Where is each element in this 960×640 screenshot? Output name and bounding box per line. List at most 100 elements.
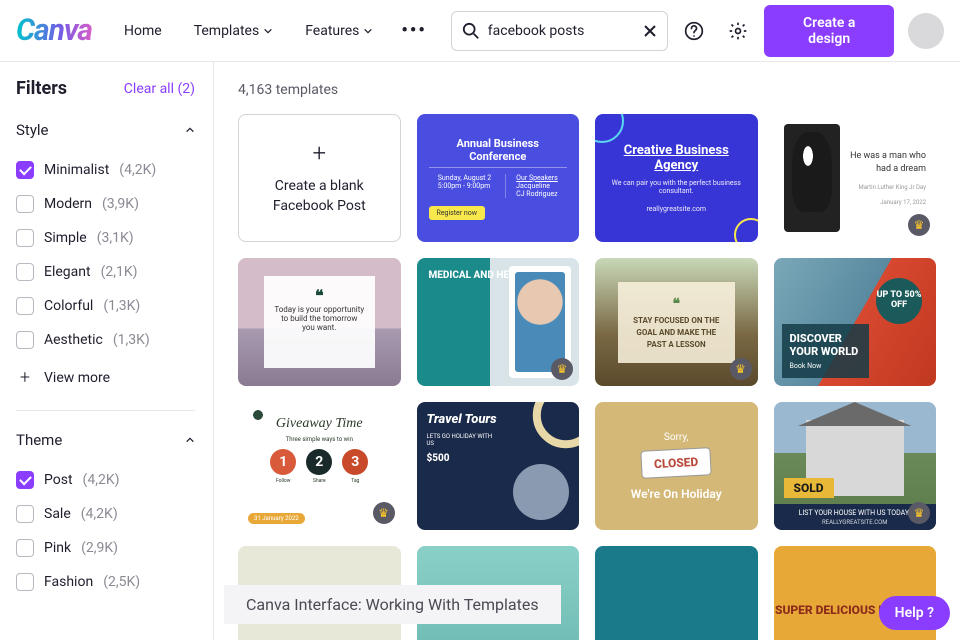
filter-theme-sale[interactable]: Sale (4,2K) bbox=[16, 497, 195, 531]
nav-home-label: Home bbox=[124, 23, 162, 39]
template-card[interactable]: Giveaway Time Three simple ways to win 1… bbox=[238, 402, 401, 530]
checkbox-icon bbox=[16, 331, 34, 349]
template-graphic: 1Follow2Share3Tag bbox=[248, 449, 391, 484]
create-design-button[interactable]: Create a design bbox=[764, 5, 894, 57]
template-card[interactable]: Travel ToursLETS GO HOLIDAY WITH US$500 bbox=[417, 402, 580, 530]
search-icon bbox=[462, 22, 480, 40]
filters-title: Filters bbox=[16, 78, 67, 99]
search-box[interactable] bbox=[451, 11, 669, 51]
template-sign: CLOSED bbox=[640, 447, 712, 479]
filter-theme-pink[interactable]: Pink (2,9K) bbox=[16, 531, 195, 565]
blank-card-label: Create a blank Facebook Post bbox=[273, 177, 366, 216]
template-card[interactable]: He was a man who had a dreamMartin Luthe… bbox=[774, 114, 937, 242]
template-text: DISCOVER YOUR WORLDBook Now bbox=[782, 324, 870, 378]
nav-features-label: Features bbox=[305, 23, 359, 39]
template-card[interactable]: UP TO 50% OFF DISCOVER YOUR WORLDBook No… bbox=[774, 258, 937, 386]
filter-label: Pink bbox=[44, 540, 71, 556]
template-card[interactable]: MEDICAL AND HEALTH CARE bbox=[417, 258, 580, 386]
view-more-style[interactable]: + View more bbox=[16, 357, 195, 406]
template-card[interactable]: Annual Business Conference Sunday, Augus… bbox=[417, 114, 580, 242]
filter-count: (3,9K) bbox=[102, 196, 139, 212]
filter-style-elegant[interactable]: Elegant (2,1K) bbox=[16, 255, 195, 289]
filter-style-modern[interactable]: Modern (3,9K) bbox=[16, 187, 195, 221]
settings-icon-button[interactable] bbox=[720, 13, 756, 49]
main-area: Filters Clear all (2) Style Minimalist (… bbox=[0, 62, 960, 640]
filter-label: Sale bbox=[44, 506, 71, 522]
search-input[interactable] bbox=[488, 23, 636, 39]
template-badge: SOLD bbox=[784, 478, 834, 498]
checkbox-icon bbox=[16, 229, 34, 247]
filter-style-simple[interactable]: Simple (3,1K) bbox=[16, 221, 195, 255]
clear-all-link[interactable]: Clear all (2) bbox=[124, 81, 195, 97]
template-text: Sorry, bbox=[664, 432, 689, 443]
plus-icon: + bbox=[312, 139, 326, 167]
view-more-label: View more bbox=[44, 370, 110, 386]
filter-label: Aesthetic bbox=[44, 332, 103, 348]
template-title: Giveaway Time bbox=[248, 416, 391, 432]
premium-badge-icon bbox=[551, 358, 573, 380]
template-title: Creative Business Agency bbox=[607, 143, 746, 173]
create-blank-card[interactable]: + Create a blank Facebook Post bbox=[238, 114, 401, 242]
canva-logo[interactable]: Canva bbox=[16, 13, 104, 48]
plus-icon: + bbox=[16, 367, 34, 388]
filter-count: (4,2K) bbox=[81, 506, 118, 522]
template-text: 31 January 2022 bbox=[248, 513, 305, 524]
divider bbox=[16, 410, 195, 411]
help-button[interactable]: Help ? bbox=[879, 596, 950, 630]
filter-label: Modern bbox=[44, 196, 92, 212]
checkbox-icon bbox=[16, 539, 34, 557]
template-card[interactable]: ❝STAY FOCUSED ON THE GOAL AND MAKE THE P… bbox=[595, 258, 758, 386]
filter-count: (4,2K) bbox=[83, 472, 120, 488]
clear-search-icon[interactable] bbox=[643, 24, 657, 38]
checkbox-icon bbox=[16, 573, 34, 591]
user-avatar[interactable] bbox=[908, 13, 944, 49]
filter-count: (4,2K) bbox=[119, 162, 156, 178]
filter-label: Post bbox=[44, 472, 73, 488]
filter-style-aesthetic[interactable]: Aesthetic (1,3K) bbox=[16, 323, 195, 357]
checkbox-icon bbox=[16, 195, 34, 213]
filter-count: (2,5K) bbox=[103, 574, 140, 590]
filter-count: (1,3K) bbox=[113, 332, 150, 348]
checkbox-icon bbox=[16, 161, 34, 179]
premium-badge-icon bbox=[373, 502, 395, 524]
chevron-up-icon bbox=[185, 435, 195, 445]
filter-label: Elegant bbox=[44, 264, 91, 280]
filter-style-minimalist[interactable]: Minimalist (4,2K) bbox=[16, 153, 195, 187]
template-card[interactable]: Sorry, CLOSED We're On Holiday bbox=[595, 402, 758, 530]
template-text: We're On Holiday bbox=[631, 487, 722, 501]
gear-icon bbox=[728, 21, 748, 41]
checkbox-icon bbox=[16, 263, 34, 281]
section-theme-header[interactable]: Theme bbox=[16, 431, 195, 449]
template-card[interactable]: Creative Business Agency We can pair you… bbox=[595, 114, 758, 242]
premium-badge-icon bbox=[908, 502, 930, 524]
filter-theme-post[interactable]: Post (4,2K) bbox=[16, 463, 195, 497]
template-text: Sunday, August 25:00pm - 9:00pmOur Speak… bbox=[438, 174, 558, 198]
checkbox-icon bbox=[16, 471, 34, 489]
template-card[interactable]: SOLD LIST YOUR HOUSE WITH US TODAY!REALL… bbox=[774, 402, 937, 530]
filter-style-colorful[interactable]: Colorful (1,3K) bbox=[16, 289, 195, 323]
nav-templates[interactable]: Templates bbox=[182, 15, 286, 47]
filter-label: Fashion bbox=[44, 574, 93, 590]
nav-features[interactable]: Features bbox=[293, 15, 385, 47]
template-text: We can pair you with the perfect busines… bbox=[607, 179, 746, 195]
template-text: ❝STAY FOCUSED ON THE GOAL AND MAKE THE P… bbox=[618, 282, 735, 363]
checkbox-icon bbox=[16, 505, 34, 523]
page-caption: Canva Interface: Working With Templates bbox=[224, 585, 561, 624]
filters-header: Filters Clear all (2) bbox=[16, 78, 195, 99]
checkbox-icon bbox=[16, 297, 34, 315]
filter-theme-fashion[interactable]: Fashion (2,5K) bbox=[16, 565, 195, 599]
template-card[interactable]: ❝Today is your opportunity to build the … bbox=[238, 258, 401, 386]
template-card[interactable] bbox=[595, 546, 758, 640]
filter-label: Colorful bbox=[44, 298, 93, 314]
premium-badge-icon bbox=[908, 214, 930, 236]
chevron-down-icon bbox=[363, 26, 373, 36]
template-text: Travel ToursLETS GO HOLIDAY WITH US$500 bbox=[427, 412, 498, 520]
template-badge: UP TO 50% OFF bbox=[876, 278, 922, 324]
nav-templates-label: Templates bbox=[194, 23, 260, 39]
template-image bbox=[784, 124, 840, 232]
nav-home[interactable]: Home bbox=[112, 15, 174, 47]
section-style-header[interactable]: Style bbox=[16, 121, 195, 139]
chevron-down-icon bbox=[263, 26, 273, 36]
nav-more-icon[interactable]: ••• bbox=[393, 20, 434, 41]
help-icon-button[interactable] bbox=[676, 13, 712, 49]
